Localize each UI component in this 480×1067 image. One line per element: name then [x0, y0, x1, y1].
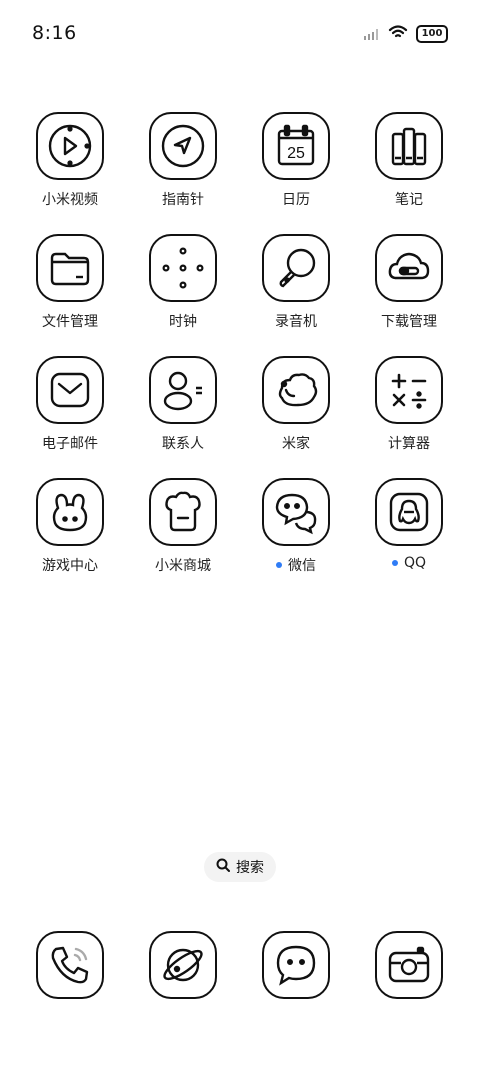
- wechat-icon: [262, 478, 330, 546]
- browser-planet-icon: [149, 931, 217, 999]
- app-label: 日历: [282, 192, 310, 208]
- folder-icon: [36, 234, 104, 302]
- calendar-icon: 25: [262, 112, 330, 180]
- app-label: 联系人: [162, 436, 204, 452]
- dock-messages[interactable]: [240, 931, 352, 999]
- game-bunny-icon: [36, 478, 104, 546]
- app-mi-video[interactable]: 小米视频: [14, 112, 126, 209]
- app-mi-store[interactable]: 小米商城: [127, 478, 239, 575]
- app-label: 文件管理: [42, 314, 98, 330]
- search-icon: [216, 858, 230, 876]
- battery-icon: 100: [416, 25, 448, 43]
- app-compass[interactable]: 指南针: [127, 112, 239, 209]
- app-label: 小米视频: [42, 192, 98, 208]
- app-calendar[interactable]: 25 日历: [240, 112, 352, 209]
- mi-store-icon: [149, 478, 217, 546]
- app-email[interactable]: 电子邮件: [14, 356, 126, 453]
- app-label: 指南针: [162, 192, 204, 208]
- signal-icon: [364, 25, 380, 44]
- wifi-icon: [388, 24, 408, 44]
- app-calculator[interactable]: 计算器: [353, 356, 465, 453]
- dock-phone[interactable]: [14, 931, 126, 999]
- app-label: 录音机: [275, 314, 317, 330]
- app-notes[interactable]: 笔记: [353, 112, 465, 209]
- microphone-icon: [262, 234, 330, 302]
- update-badge: [391, 560, 398, 566]
- status-time: 8:16: [32, 22, 77, 44]
- app-label: 笔记: [395, 192, 423, 208]
- calculator-icon: [375, 356, 443, 424]
- app-recorder[interactable]: 录音机: [240, 234, 352, 331]
- dock-browser[interactable]: [127, 931, 239, 999]
- phone-icon: [36, 931, 104, 999]
- notes-books-icon: [375, 112, 443, 180]
- app-label: QQ: [403, 555, 427, 571]
- calendar-date: 25: [287, 145, 305, 162]
- app-label: 下载管理: [381, 314, 437, 330]
- app-download-manager[interactable]: 下载管理: [353, 234, 465, 331]
- status-icons: 100: [364, 24, 448, 44]
- clock-dots-icon: [149, 234, 217, 302]
- contact-icon: [149, 356, 217, 424]
- message-bubble-icon: [262, 931, 330, 999]
- app-label: 微信: [288, 558, 316, 574]
- mail-icon: [36, 356, 104, 424]
- compass-icon: [149, 112, 217, 180]
- qq-penguin-icon: [375, 478, 443, 546]
- camera-icon: [375, 931, 443, 999]
- app-label: 电子邮件: [42, 436, 98, 452]
- cloud-download-icon: [375, 234, 443, 302]
- app-contacts[interactable]: 联系人: [127, 356, 239, 453]
- app-file-manager[interactable]: 文件管理: [14, 234, 126, 331]
- mijia-icon: [262, 356, 330, 424]
- app-clock[interactable]: 时钟: [127, 234, 239, 331]
- app-label: 计算器: [388, 436, 430, 452]
- video-play-icon: [36, 112, 104, 180]
- app-label: 小米商城: [155, 558, 211, 574]
- dock-camera[interactable]: [353, 931, 465, 999]
- app-label: 时钟: [169, 314, 197, 330]
- app-mijia[interactable]: 米家: [240, 356, 352, 453]
- app-label: 游戏中心: [42, 558, 98, 574]
- app-label: 米家: [282, 436, 310, 452]
- app-qq[interactable]: QQ: [353, 478, 465, 571]
- status-bar: 8:16 100: [0, 0, 480, 70]
- search-button[interactable]: 搜索: [204, 852, 276, 882]
- app-game-center[interactable]: 游戏中心: [14, 478, 126, 575]
- search-label: 搜索: [236, 860, 264, 876]
- app-wechat[interactable]: 微信: [240, 478, 352, 575]
- update-badge: [276, 562, 282, 568]
